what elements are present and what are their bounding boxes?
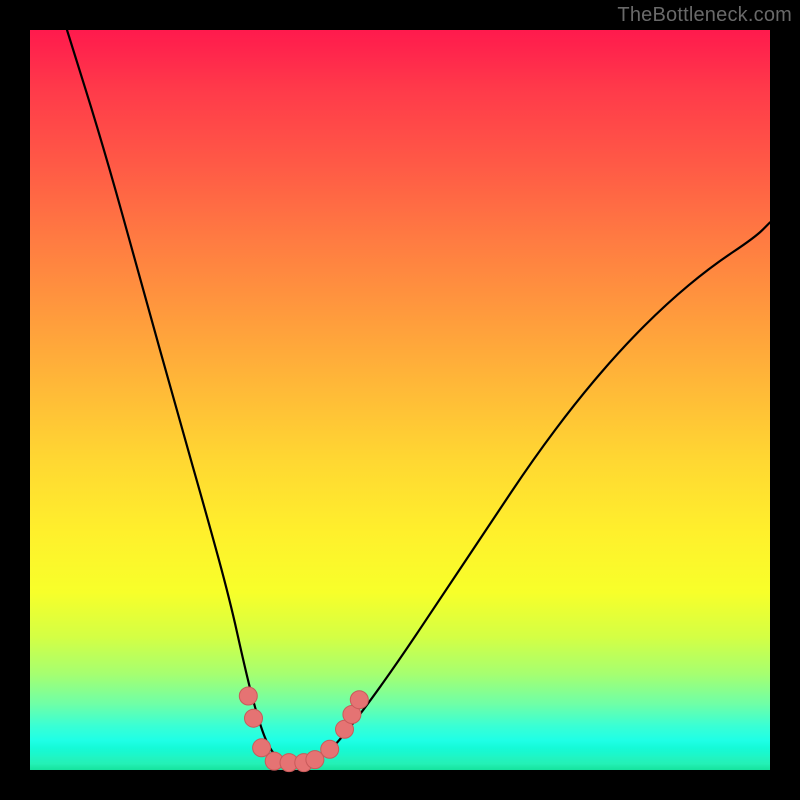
curve-marker xyxy=(245,709,263,727)
chart-frame: TheBottleneck.com xyxy=(0,0,800,800)
curve-marker xyxy=(321,740,339,758)
curve-markers xyxy=(239,687,368,772)
chart-svg xyxy=(30,30,770,770)
curve-marker xyxy=(239,687,257,705)
plot-area xyxy=(30,30,770,770)
watermark-text: TheBottleneck.com xyxy=(617,4,792,27)
bottleneck-curve xyxy=(67,30,770,763)
curve-marker xyxy=(350,691,368,709)
